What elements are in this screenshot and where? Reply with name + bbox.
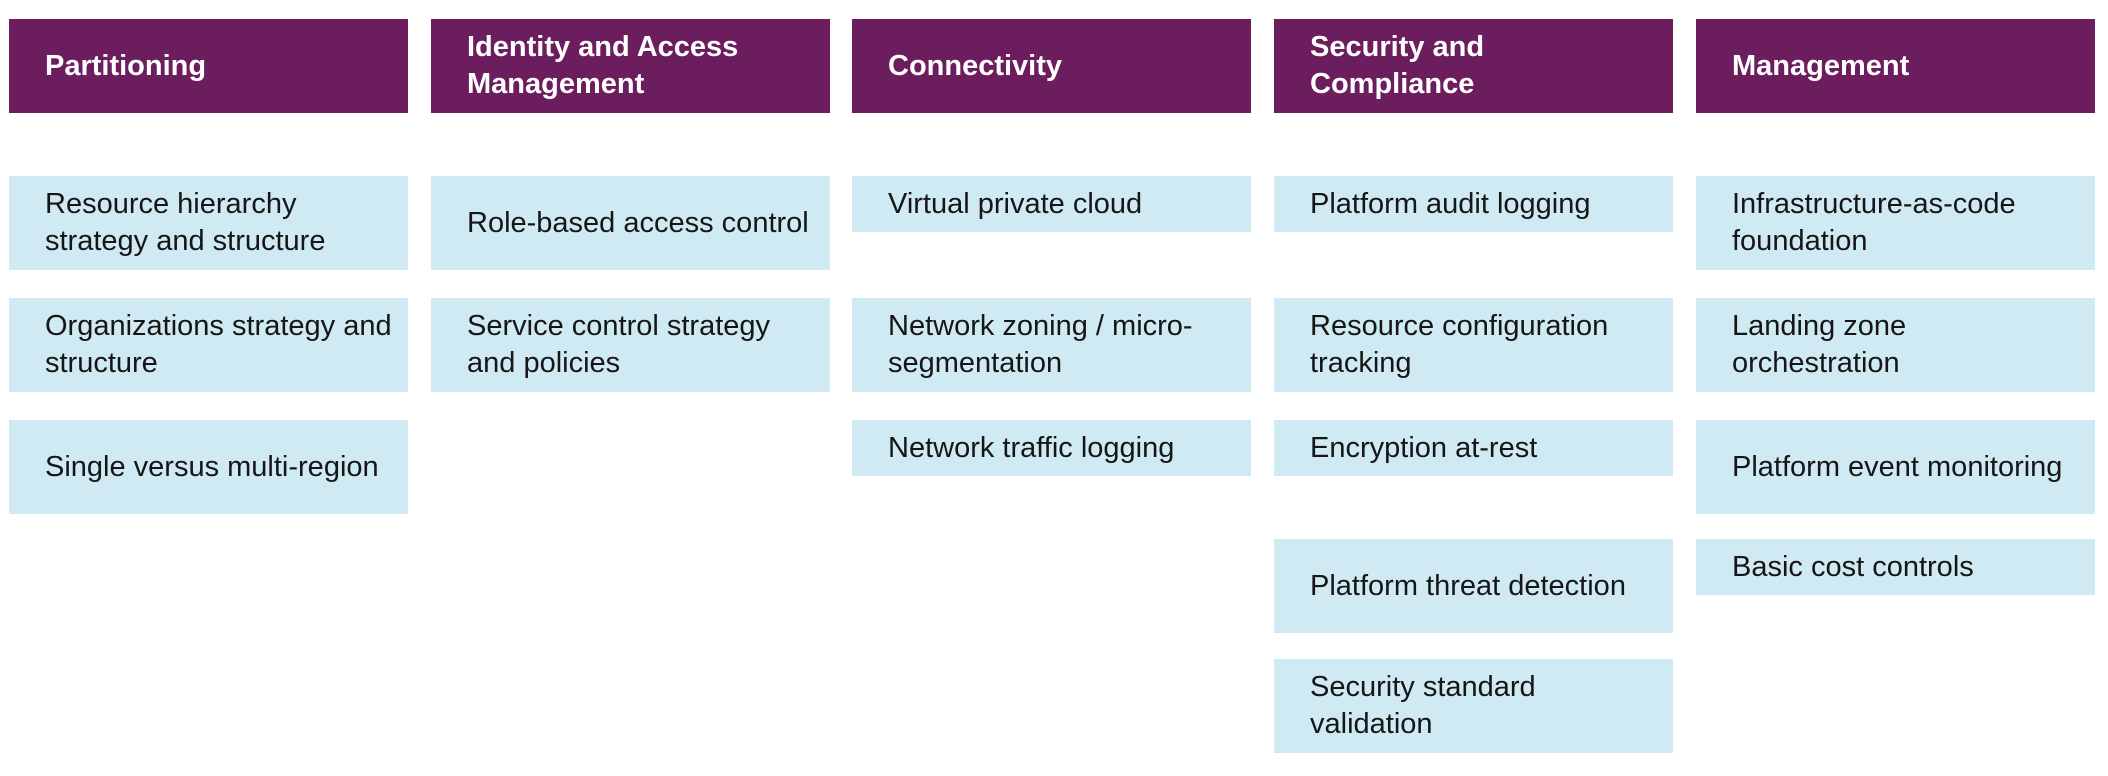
capability-card: Security standard validation — [1274, 659, 1673, 753]
capability-card: Service control strategy and policies — [431, 298, 830, 392]
capability-card: Landing zone orchestration — [1696, 298, 2095, 392]
capability-label: Role-based access control — [467, 206, 809, 239]
capability-card: Organizations strategy and structure — [9, 298, 408, 392]
column-title: Security and Compliance — [1310, 31, 1485, 100]
column-header-management: Management — [1696, 19, 2095, 113]
capability-label: Resource configuration tracking — [1310, 310, 1609, 379]
capability-label: Platform event monitoring — [1732, 450, 2063, 483]
column-title: Partitioning — [45, 49, 207, 82]
column-title: Connectivity — [888, 49, 1063, 82]
column-title: Management — [1732, 49, 1910, 82]
column-title: Identity and Access Management — [467, 31, 739, 100]
column-header-partitioning: Partitioning — [9, 19, 408, 113]
capability-label: Single versus multi-region — [45, 450, 379, 483]
column-connectivity: Connectivity Virtual private cloud Netwo… — [852, 0, 1251, 776]
capability-label: Virtual private cloud — [888, 187, 1143, 220]
capability-label: Network traffic logging — [888, 431, 1175, 464]
capability-card: Single versus multi-region — [9, 420, 408, 514]
capability-label: Security standard validation — [1310, 671, 1536, 740]
column-security-compliance: Security and Compliance Platform audit l… — [1274, 0, 1673, 776]
capability-label: Landing zone orchestration — [1732, 310, 1907, 379]
capability-label: Organizations strategy and structure — [45, 310, 392, 379]
capability-card: Platform event monitoring — [1696, 420, 2095, 514]
column-header-security-compliance: Security and Compliance — [1274, 19, 1673, 113]
capability-label: Resource hierarchy strategy and structur… — [45, 188, 326, 257]
capability-label: Encryption at-rest — [1310, 431, 1538, 464]
column-management: Management Infrastructure-as-code founda… — [1696, 0, 2095, 776]
column-identity-access-management: Identity and Access Management Role-base… — [431, 0, 830, 776]
capability-card: Network zoning / micro-segmentation — [852, 298, 1251, 392]
capability-label: Platform audit logging — [1310, 187, 1591, 220]
capability-label: Basic cost controls — [1732, 550, 1974, 583]
capability-card: Infrastructure-as-code foundation — [1696, 176, 2095, 270]
capability-card: Platform threat detection — [1274, 539, 1673, 633]
capability-card: Encryption at-rest — [1274, 420, 1673, 476]
column-partitioning: Partitioning Resource hierarchy strategy… — [9, 0, 408, 776]
capability-card: Resource configuration tracking — [1274, 298, 1673, 392]
capability-card: Platform audit logging — [1274, 176, 1673, 232]
capability-label: Network zoning / micro-segmentation — [888, 310, 1193, 379]
column-header-connectivity: Connectivity — [852, 19, 1251, 113]
capability-card: Network traffic logging — [852, 420, 1251, 476]
capability-label: Platform threat detection — [1310, 569, 1626, 602]
capability-card: Virtual private cloud — [852, 176, 1251, 232]
column-header-identity-access-management: Identity and Access Management — [431, 19, 830, 113]
capability-label: Infrastructure-as-code foundation — [1732, 188, 2016, 257]
capability-card: Basic cost controls — [1696, 539, 2095, 595]
capability-label: Service control strategy and policies — [467, 310, 771, 379]
capability-card: Role-based access control — [431, 176, 830, 270]
capability-card: Resource hierarchy strategy and structur… — [9, 176, 408, 270]
